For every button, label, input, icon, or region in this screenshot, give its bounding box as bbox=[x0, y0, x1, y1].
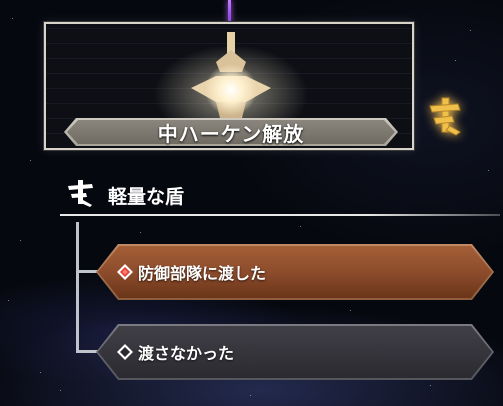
header-divider bbox=[60, 214, 500, 216]
beam-line bbox=[228, 0, 231, 22]
unlock-card[interactable]: 中ハーケン解放 bbox=[44, 22, 414, 150]
game-screen: 中ハーケン解放 軽量な盾 防御部隊に渡した 渡さなかった bbox=[0, 0, 503, 406]
tree-line-branch-2 bbox=[76, 350, 98, 353]
tree-line-vertical bbox=[76, 222, 79, 352]
red-diamond-icon bbox=[116, 263, 134, 281]
tree-line-branch-1 bbox=[76, 270, 98, 273]
hollow-diamond-icon bbox=[116, 343, 134, 361]
option-selected-button[interactable]: 防御部隊に渡した bbox=[96, 244, 494, 300]
choice-title: 軽量な盾 bbox=[108, 186, 185, 208]
unlock-banner: 中ハーケン解放 bbox=[64, 118, 398, 146]
option-label: 防御部隊に渡した bbox=[138, 264, 267, 283]
route-glyph-icon bbox=[68, 180, 93, 207]
option-unselected-button[interactable]: 渡さなかった bbox=[96, 324, 494, 380]
option-label: 渡さなかった bbox=[138, 344, 235, 363]
unlock-label: 中ハーケン解放 bbox=[157, 121, 305, 146]
gold-route-glyph-icon bbox=[429, 97, 461, 136]
